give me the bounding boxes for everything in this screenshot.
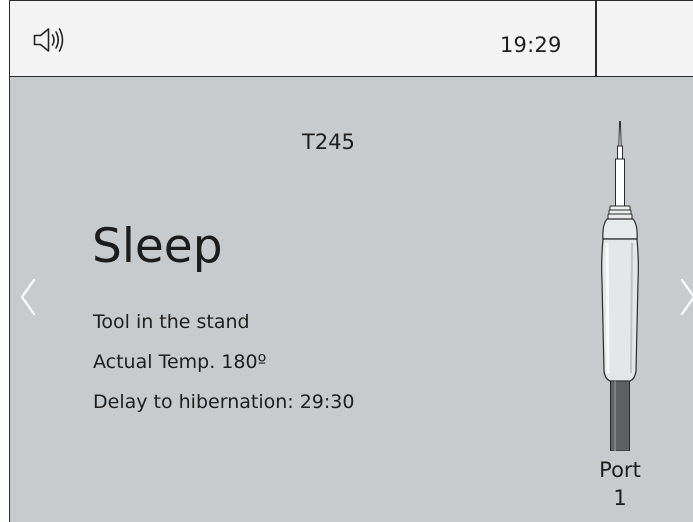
clock-time: 19:29 [500, 33, 562, 57]
port-number: 1 [613, 486, 627, 510]
status-detail-temperature: Actual Temp. 180º [93, 351, 267, 373]
tool-status-panel: T245 Sleep Tool in the stand Actual Temp… [10, 77, 693, 522]
speaker-volume-icon[interactable] [33, 26, 67, 54]
port-indicator: Port 1 [580, 456, 660, 512]
status-detail-stand: Tool in the stand [93, 311, 250, 333]
tool-status-title: Sleep [92, 219, 223, 274]
chevron-right-icon[interactable] [678, 277, 693, 317]
soldering-handpiece-icon [586, 120, 658, 452]
port-label: Port [599, 458, 641, 482]
station-screen: 19:29 T245 Sleep Tool in the stand Actua… [9, 0, 693, 522]
chevron-left-icon[interactable] [18, 277, 38, 317]
header-divider [595, 1, 597, 77]
status-detail-hibernation-delay: Delay to hibernation: 29:30 [93, 391, 355, 413]
tool-model-label: T245 [302, 130, 355, 154]
top-status-bar: 19:29 [10, 1, 693, 77]
